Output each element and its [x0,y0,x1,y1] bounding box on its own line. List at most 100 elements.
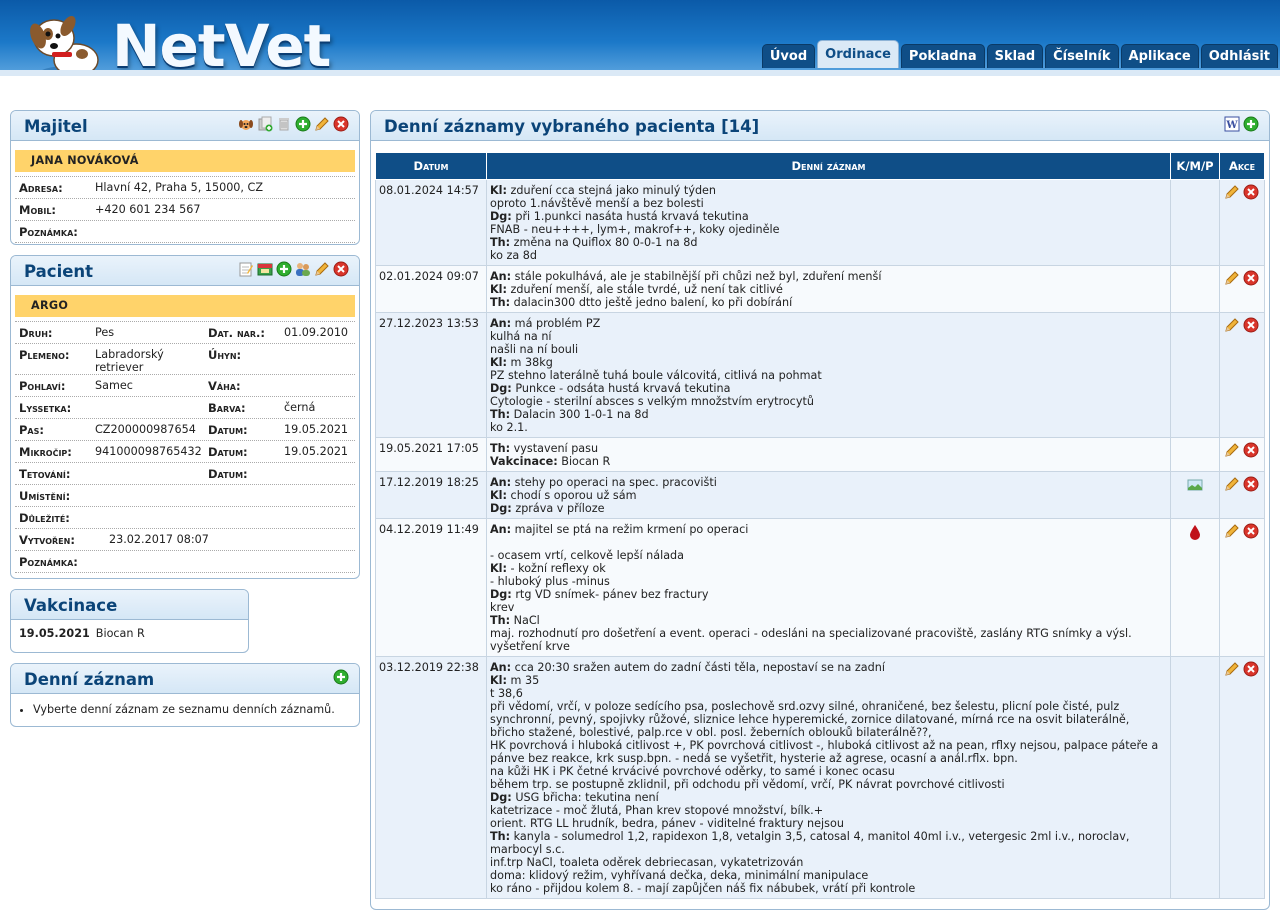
record-kmp [1170,312,1220,438]
patient-row-value-2 [284,344,355,348]
tab-ciselnik[interactable]: Číselník [1045,44,1119,68]
record-line-text: zpráva v příloze [511,502,605,515]
record-row[interactable]: 04.12.2019 11:49 An: majitel se ptá na re… [375,518,1265,657]
record-line: Kl: m 38kg [490,356,1167,369]
copy-add-icon[interactable] [257,116,273,132]
record-date: 17.12.2019 18:25 [375,471,487,519]
record-row[interactable]: 19.05.2021 17:05 Th: vystavení pasu Vakcin… [375,437,1265,472]
delete-icon[interactable] [1243,442,1259,461]
record-line-label: Th: [490,830,511,843]
passport-icon[interactable] [257,261,273,277]
record-line-text: maj. rozhodnutí pro došetření a event. o… [490,627,1132,640]
patient-row-label: Vytvořen: [19,533,75,547]
patient-row-label: Pas: [19,423,44,437]
record-line-label: An: [490,476,512,489]
patient-row-value [91,507,355,511]
records-table: Datum Denní záznam K/M/P Akce 08.01.2024… [375,152,1265,899]
edit-pencil-icon[interactable] [1224,317,1240,336]
edit-pencil-icon[interactable] [1224,184,1240,203]
record-line: t 38,6 [490,687,1167,700]
record-line: Th: kanyla - solumedrol 1,2, rapidexon 1… [490,830,1167,856]
delete-icon[interactable] [1243,270,1259,289]
patient-row-label: Pohlaví: [19,379,66,393]
record-actions [1219,518,1265,657]
column-date[interactable]: Datum [375,152,487,180]
owner-details: Adresa: Hlavní 42, Praha 5, 15000, CZ Mobi… [15,176,355,243]
edit-pencil-icon[interactable] [1224,270,1240,289]
word-export-icon[interactable]: W [1224,116,1240,132]
delete-icon[interactable] [1243,317,1259,336]
record-line-label: An: [490,661,512,674]
trash-icon[interactable] [276,116,292,132]
note-icon[interactable] [238,261,254,277]
record-row[interactable]: 27.12.2023 13:53 An: má problém PZ kulhá n… [375,312,1265,438]
delete-icon[interactable] [1243,476,1259,495]
tab-ordinace[interactable]: Ordinace [817,40,899,68]
patient-row-label: Důležité: [19,511,70,525]
record-text: An: cca 20:30 sražen autem do zadní část… [486,656,1171,899]
vaccination-name: Biocan R [95,627,145,640]
patient-row-label: Tetování: [19,467,71,481]
edit-pencil-icon[interactable] [1224,442,1240,461]
patient-row-label-2: Úhyn: [208,348,242,362]
record-line-text: našli na ní bouli [490,343,579,356]
blood-test-icon[interactable] [1187,524,1203,543]
patient-row-label: Poznámka: [19,555,78,569]
record-line: ko 2.1. [490,421,1167,434]
attachment-image-icon[interactable] [1187,477,1203,496]
record-actions [1219,656,1265,899]
record-line: An: má problém PZ [490,317,1167,330]
record-date: 19.05.2021 17:05 [375,437,487,472]
patient-row-value-2: 19.05.2021 [284,423,349,436]
edit-pencil-icon[interactable] [1224,661,1240,680]
owner-row: Poznámka: [15,221,355,243]
delete-icon[interactable] [333,116,349,132]
delete-icon[interactable] [333,261,349,277]
change-owner-icon[interactable] [295,261,311,277]
record-text: An: má problém PZ kulhá na ní našli na ní … [486,312,1171,438]
record-line-text [490,536,494,549]
owner-panel: Majitel JANA NOVÁKOVÁ Adresa: Hlavní 42, … [10,110,360,245]
patient-row: Plemeno: Labradorský retriever Úhyn: [15,344,355,375]
delete-icon[interactable] [1243,523,1259,542]
record-line-text: zduření cca stejná jako minulý týden [506,184,717,197]
record-line: Dg: USG břicha: tekutina není [490,791,1167,804]
edit-pencil-icon[interactable] [1224,523,1240,542]
add-icon[interactable] [333,669,349,685]
tab-uvod[interactable]: Úvod [761,44,816,68]
record-row[interactable]: 08.01.2024 14:57 Kl: zduření cca stejná j… [375,179,1265,266]
owner-row: Mobil: +420 601 234 567 [15,199,355,221]
record-row[interactable]: 02.01.2024 09:07 An: stále pokulhává, ale… [375,265,1265,313]
add-icon[interactable] [1243,116,1259,132]
column-record[interactable]: Denní záznam [486,152,1171,180]
edit-pencil-icon[interactable] [1224,476,1240,495]
dog-head-icon[interactable] [238,116,254,132]
tab-aplikace[interactable]: Aplikace [1120,44,1199,68]
record-kmp [1170,518,1220,657]
patient-row: Umístění: [15,485,355,507]
record-line-text: Punkce - odsáta hustá krvavá tekutina [511,382,731,395]
record-row[interactable]: 03.12.2019 22:38 An: cca 20:30 sražen aut… [375,656,1265,899]
record-line-label: Kl: [490,356,507,369]
tab-odhlasit[interactable]: Odhlásit [1200,44,1278,68]
add-icon[interactable] [295,116,311,132]
record-line-text: majitel se ptá na režim krmení po operac… [511,523,749,536]
record-line: Dg: Punkce - odsáta hustá krvavá tekutin… [490,382,1167,395]
add-icon[interactable] [276,261,292,277]
record-row[interactable]: 17.12.2019 18:25 An: stehy po operaci na … [375,471,1265,519]
delete-icon[interactable] [1243,184,1259,203]
record-line-label: Kl: [490,562,507,575]
delete-icon[interactable] [1243,661,1259,680]
column-kmp[interactable]: K/M/P [1170,152,1220,180]
record-line-text: během trp. se postupně zklidnil, při odc… [490,778,1005,791]
daily-record-panel: Denní záznam Vyberte denní záznam ze sez… [10,663,360,727]
edit-pencil-icon[interactable] [314,261,330,277]
tab-pokladna[interactable]: Pokladna [900,44,985,68]
edit-pencil-icon[interactable] [314,116,330,132]
daily-record-hint: Vyberte denní záznam ze seznamu denních … [33,703,359,716]
patient-row-value [91,485,355,489]
record-line-label: Th: [490,614,511,627]
tab-sklad[interactable]: Sklad [986,44,1044,68]
record-line-label: Kl: [490,489,507,502]
patient-details: Druh: Pes Dat. nar.: 01.09.2010 Plemeno: Labr… [15,321,355,573]
